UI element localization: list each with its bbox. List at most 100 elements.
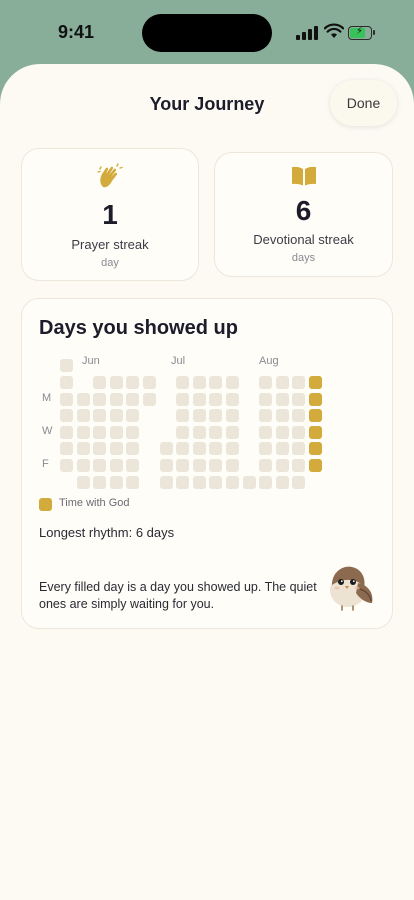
status-time: 9:41 <box>58 22 95 42</box>
heatmap-day-empty <box>176 459 190 472</box>
battery-icon: ⚡ <box>348 26 375 40</box>
heatmap-day-empty <box>109 459 123 472</box>
month-label-jun: Jun <box>82 355 100 367</box>
heatmap-day-empty <box>226 409 239 423</box>
heatmap-day-empty <box>209 475 223 489</box>
heatmap-day-empty <box>109 475 123 489</box>
encouragement-message: Every filled day is a day you showed up.… <box>39 580 317 611</box>
heatmap-day-empty <box>275 475 289 489</box>
heatmap-day-empty <box>126 376 140 389</box>
heatmap-day-empty <box>275 409 289 423</box>
heatmap-day-empty <box>259 459 273 472</box>
heatmap-day-empty <box>76 475 90 489</box>
heatmap-day-empty <box>259 425 273 439</box>
heatmap-day-empty <box>209 442 223 456</box>
day-label-wed: W <box>42 425 53 437</box>
heatmap-day-empty <box>226 425 239 439</box>
heatmap-day-empty <box>275 425 289 439</box>
heatmap-day-empty <box>259 475 273 489</box>
prayer-streak-unit: day <box>101 257 119 269</box>
heatmap-day-empty <box>126 459 140 472</box>
month-label-aug: Aug <box>259 355 279 367</box>
done-button[interactable]: Done <box>330 80 397 126</box>
heatmap-day-empty <box>209 409 223 423</box>
heatmap-day-empty <box>159 475 173 489</box>
heatmap-day-empty <box>226 376 239 389</box>
devotional-streak-label: Devotional streak <box>253 232 354 247</box>
heatmap-day-filled <box>309 442 322 456</box>
heatmap-day-empty <box>176 475 190 489</box>
heatmap-day-empty <box>259 409 273 423</box>
heatmap-day-empty <box>126 475 140 489</box>
heatmap-day-empty <box>93 459 107 472</box>
day-label-mon: M <box>42 392 52 404</box>
heatmap-day-empty <box>226 475 239 489</box>
open-book-icon <box>215 165 392 192</box>
heatmap-day-empty <box>275 376 289 389</box>
showed-up-card: Days you showed up Jun Jul Aug M W F Tim… <box>21 298 393 629</box>
heatmap-day-empty <box>60 376 73 389</box>
heatmap-day-empty <box>76 409 90 423</box>
heatmap-day-empty <box>60 359 73 373</box>
journey-sheet: Your Journey Done 1 Prayer streak day 6 … <box>0 64 414 900</box>
heatmap-day-filled <box>309 425 322 439</box>
heatmap-day-empty <box>259 392 273 406</box>
heatmap-day-empty <box>192 376 206 389</box>
heatmap-day-empty <box>192 392 206 406</box>
heatmap-day-empty <box>93 409 107 423</box>
heatmap-day-empty <box>292 459 306 472</box>
heatmap-day-empty <box>60 442 73 456</box>
heatmap-day-empty <box>192 409 206 423</box>
heatmap-day-empty <box>292 475 306 489</box>
heatmap-day-empty <box>275 442 289 456</box>
heatmap-day-empty <box>93 392 107 406</box>
heatmap-day-empty <box>226 442 239 456</box>
heatmap-day-empty <box>209 459 223 472</box>
heatmap-day-empty <box>109 409 123 423</box>
heatmap-day-empty <box>292 376 306 389</box>
heatmap-day-empty <box>292 442 306 456</box>
heatmap-day-empty <box>176 376 190 389</box>
heatmap-day-empty <box>259 376 273 389</box>
heatmap-day-empty <box>275 459 289 472</box>
heatmap-day-empty <box>242 475 256 489</box>
heatmap-day-empty <box>126 409 140 423</box>
heatmap-day-empty <box>126 442 140 456</box>
heatmap-day-empty <box>176 425 190 439</box>
heatmap-title: Days you showed up <box>39 317 238 339</box>
heatmap-day-empty <box>109 425 123 439</box>
prayer-streak-label: Prayer streak <box>71 237 149 252</box>
heatmap-day-empty <box>93 475 107 489</box>
heatmap-day-empty <box>60 409 73 423</box>
devotional-streak-unit: days <box>291 252 316 264</box>
prayer-streak-value: 1 <box>102 199 118 230</box>
heatmap-day-empty <box>292 392 306 406</box>
heatmap-day-empty <box>76 425 90 439</box>
clapping-hands-icon <box>22 163 198 194</box>
heatmap-day-empty <box>76 459 90 472</box>
heatmap-day-empty <box>176 409 190 423</box>
heatmap-day-empty <box>126 425 140 439</box>
dynamic-island <box>142 14 272 52</box>
month-label-jul: Jul <box>171 355 186 367</box>
heatmap-day-empty <box>60 425 73 439</box>
heatmap-day-empty <box>226 392 239 406</box>
heatmap-day-filled <box>309 376 322 389</box>
heatmap-day-empty <box>143 392 156 406</box>
status-bar: 9:41 ⚡ <box>0 0 414 66</box>
heatmap-day-empty <box>109 392 123 406</box>
heatmap-day-empty <box>226 459 239 472</box>
heatmap-day-empty <box>60 459 73 472</box>
heatmap-day-empty <box>192 459 206 472</box>
heatmap-day-empty <box>109 376 123 389</box>
heatmap-day-empty <box>292 425 306 439</box>
longest-rhythm: Longest rhythm: 6 days <box>39 525 175 540</box>
heatmap-day-empty <box>93 425 107 439</box>
legend-label: Time with God <box>59 497 130 509</box>
sparrow-illustration <box>322 557 378 618</box>
heatmap-day-empty <box>60 392 73 406</box>
heatmap-day-filled <box>309 459 322 472</box>
heatmap-day-empty <box>176 392 190 406</box>
heatmap-day-empty <box>259 442 273 456</box>
wifi-icon <box>323 23 345 41</box>
